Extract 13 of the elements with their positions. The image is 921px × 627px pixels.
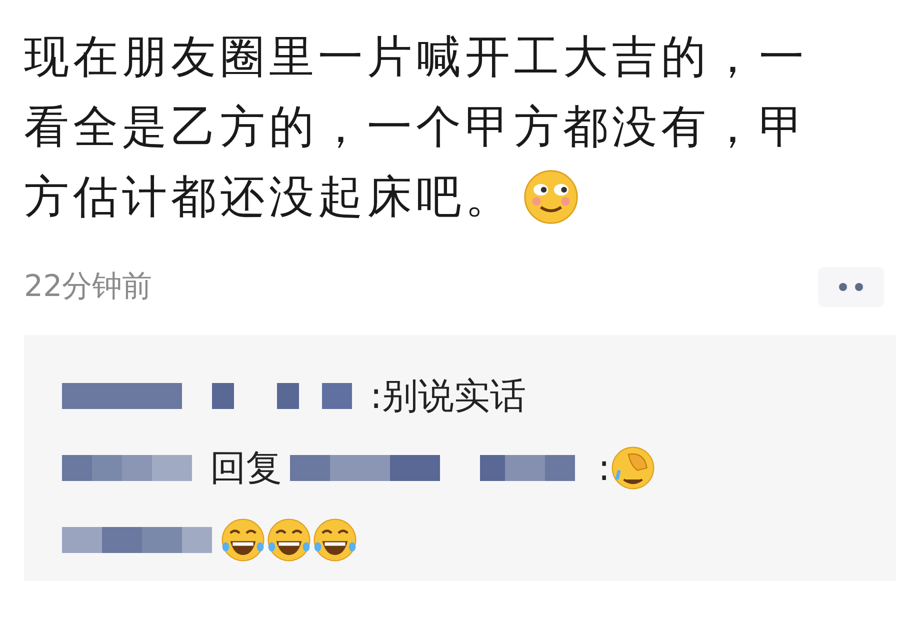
post-text-line: 看全是乙方的，一个甲方都没有，甲: [24, 99, 808, 155]
laughing-tears-emoji-icon: [312, 517, 358, 563]
smiling-emoji-icon: [522, 168, 580, 226]
post-time: 22分钟前: [24, 268, 152, 306]
comment-text: :别说实话: [370, 374, 526, 418]
post-text-line: 方估计都还没起床吧。: [24, 169, 514, 225]
reply-label: 回复: [210, 446, 282, 490]
facepalm-emoji-icon: [610, 445, 656, 491]
comment-text: :: [598, 448, 610, 488]
laughing-tears-emoji-icon: [220, 517, 266, 563]
post-text-line: 现在朋友圈里一片喊开工大吉的，一: [24, 29, 808, 85]
laughing-tears-emoji-icon: [266, 517, 312, 563]
more-button[interactable]: [818, 266, 884, 306]
